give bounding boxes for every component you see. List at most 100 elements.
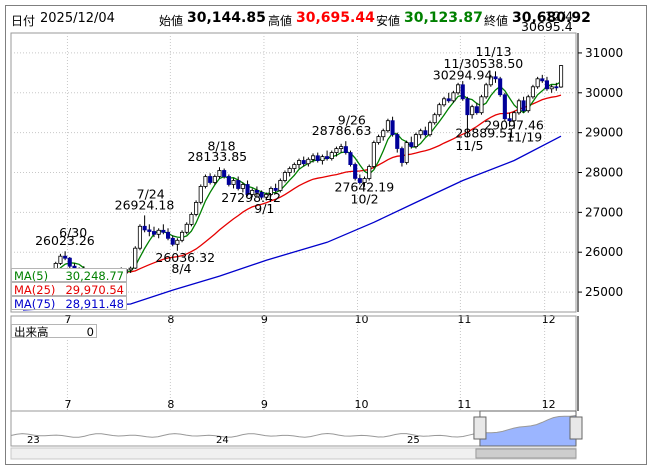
candle-body[interactable] [381, 130, 386, 138]
candle-body[interactable] [549, 86, 554, 90]
candle-body[interactable] [460, 84, 465, 100]
candle-body[interactable] [184, 223, 189, 233]
candle-body[interactable] [437, 104, 442, 116]
ma5-value: 30,248.77 [65, 269, 124, 283]
candle-body[interactable] [203, 176, 208, 187]
candle-body[interactable] [282, 172, 287, 181]
candle-body[interactable] [526, 96, 531, 112]
candle-body[interactable] [399, 148, 404, 163]
candle-body[interactable] [371, 142, 376, 167]
navigator-year-label: 23 [27, 435, 40, 446]
candle-body[interactable] [404, 142, 409, 163]
candle-body[interactable] [559, 65, 564, 88]
candle-body[interactable] [530, 86, 535, 98]
candle-body[interactable] [484, 84, 489, 98]
ma75-value: 28,911.48 [65, 297, 124, 311]
candle-body[interactable] [540, 78, 545, 82]
candle-body[interactable] [236, 180, 241, 189]
candle-body[interactable] [198, 185, 203, 203]
candle-body[interactable] [413, 134, 418, 148]
navigator-scroll-thumb[interactable] [475, 448, 577, 459]
navigator-left-handle[interactable] [473, 416, 487, 440]
candle-body[interactable] [217, 170, 222, 177]
volume-label: 出来高 [14, 325, 49, 339]
candlestick-chart[interactable]: 3100030000290002800027000260002500077889… [6, 6, 646, 464]
candle-body[interactable] [58, 255, 63, 264]
candle-body[interactable] [339, 146, 344, 150]
candle-body[interactable] [493, 76, 498, 80]
ma5-legend: MA(5) 30,248.77 [11, 268, 127, 283]
candle-body[interactable] [329, 152, 334, 160]
candle-body[interactable] [441, 98, 447, 106]
candle-body[interactable] [502, 94, 507, 120]
candle-body[interactable] [231, 180, 236, 185]
candle-body[interactable] [474, 106, 479, 114]
volume-month-tick-label: 11 [457, 398, 471, 411]
candle-body[interactable] [208, 176, 213, 183]
candle-body[interactable] [151, 231, 157, 235]
ma75-label: MA(75) [14, 297, 56, 311]
candle-body[interactable] [222, 170, 227, 177]
candle-body[interactable] [137, 225, 143, 249]
candle-body[interactable] [376, 136, 381, 144]
candle-body[interactable] [324, 156, 330, 160]
candle-body[interactable] [128, 267, 133, 271]
candle-body[interactable] [427, 122, 433, 136]
candle-body[interactable] [278, 180, 283, 191]
ma25-label: MA(25) [14, 283, 56, 297]
candle-body[interactable] [409, 142, 414, 148]
candle-body[interactable] [470, 106, 475, 116]
candle-body[interactable] [156, 229, 161, 235]
candle-body[interactable] [142, 225, 147, 231]
candle-body[interactable] [320, 156, 325, 162]
candle-body[interactable] [479, 96, 484, 114]
candle-body[interactable] [418, 130, 423, 136]
candle-body[interactable] [63, 255, 68, 259]
candle-body[interactable] [170, 237, 175, 245]
candle-body[interactable] [516, 100, 521, 114]
candle-body[interactable] [385, 120, 390, 132]
candle-body[interactable] [161, 229, 166, 233]
candle-body[interactable] [395, 134, 400, 149]
candle-body[interactable] [455, 84, 461, 94]
candle-body[interactable] [133, 247, 138, 269]
candle-body[interactable] [353, 164, 358, 179]
candle-body[interactable] [432, 114, 437, 124]
candle-body[interactable] [194, 201, 199, 215]
candle-body[interactable] [451, 92, 456, 102]
candle-body[interactable] [226, 176, 231, 185]
candle-body[interactable] [165, 231, 171, 239]
candle-body[interactable] [544, 80, 549, 90]
candle-body[interactable] [343, 146, 348, 154]
candle-body[interactable] [212, 176, 217, 183]
candle-body[interactable] [554, 86, 559, 89]
candle-body[interactable] [367, 166, 372, 179]
candle-body[interactable] [423, 130, 428, 136]
candle-body[interactable] [315, 155, 320, 162]
price-tick-label: 29000 [585, 126, 623, 140]
candle-body[interactable] [306, 158, 311, 165]
candle-body[interactable] [334, 148, 339, 154]
candle-body[interactable] [465, 98, 470, 116]
candle-body[interactable] [175, 239, 180, 245]
price-annotation: 28133.85 [187, 149, 247, 164]
candle-body[interactable] [521, 100, 526, 112]
candle-body[interactable] [348, 152, 353, 166]
candle-body[interactable] [67, 257, 72, 267]
candle-body[interactable] [240, 184, 245, 189]
candle-body[interactable] [310, 155, 316, 160]
candle-body[interactable] [287, 168, 292, 173]
price-tick-label: 28000 [585, 166, 623, 180]
candle-body[interactable] [147, 229, 152, 232]
candle-body[interactable] [390, 120, 395, 136]
candle-body[interactable] [301, 160, 306, 165]
ma5-label: MA(5) [14, 269, 49, 283]
candle-body[interactable] [535, 78, 540, 88]
candle-body[interactable] [498, 78, 503, 96]
navigator-right-handle[interactable] [569, 416, 583, 440]
candle-body[interactable] [189, 213, 194, 225]
candle-body[interactable] [179, 231, 185, 241]
candle-body[interactable] [296, 160, 302, 165]
candle-body[interactable] [292, 164, 297, 169]
candle-body[interactable] [446, 98, 451, 102]
